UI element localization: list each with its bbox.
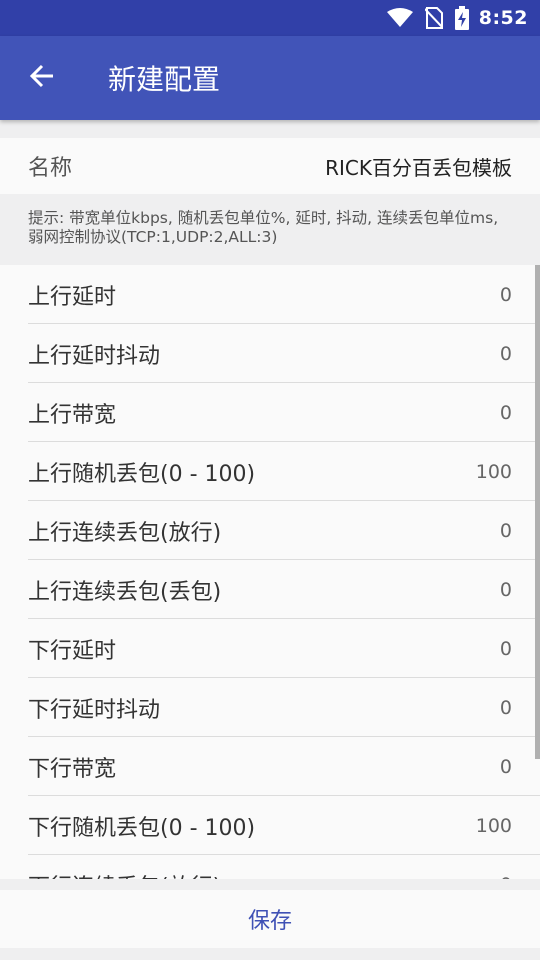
name-label: 名称 <box>28 156 73 181</box>
status-time: 8:52 <box>478 7 528 29</box>
wifi-icon <box>386 8 413 28</box>
row-label: 上行连续丢包(放行) <box>28 520 222 546</box>
save-button[interactable]: 保存 <box>242 902 298 936</box>
back-button[interactable] <box>0 36 84 120</box>
row-label: 上行延时 <box>28 284 117 310</box>
list-item[interactable]: 上行连续丢包(丢包) 0 <box>0 560 540 619</box>
row-value-input[interactable]: 100 <box>476 461 512 483</box>
row-label: 下行带宽 <box>28 756 117 782</box>
row-label: 下行延时 <box>28 638 117 664</box>
bottom-bar: 保存 <box>0 890 540 948</box>
hint-text: 提示: 带宽单位kbps, 随机丢包单位%, 延时, 抖动, 连续丢包单位ms,… <box>28 209 499 246</box>
arrow-back-icon <box>29 63 55 93</box>
list-item[interactable]: 下行带宽 0 <box>0 737 540 796</box>
list-item[interactable]: 下行连续丢包(放行) 0 <box>0 855 540 880</box>
scrollbar[interactable] <box>535 265 540 759</box>
row-value-input[interactable]: 0 <box>500 579 512 601</box>
row-label: 上行随机丢包(0 - 100) <box>28 461 256 487</box>
status-bar: 8:52 <box>0 0 540 36</box>
row-value-input[interactable]: 0 <box>500 284 512 306</box>
row-label: 下行随机丢包(0 - 100) <box>28 815 256 841</box>
row-label: 下行连续丢包(放行) <box>28 869 221 880</box>
name-input[interactable]: RICK百分百丢包模板 <box>325 152 512 181</box>
list-item[interactable]: 下行随机丢包(0 - 100) 100 <box>0 796 540 855</box>
no-sim-icon <box>424 7 443 29</box>
list-item[interactable]: 上行连续丢包(放行) 0 <box>0 501 540 560</box>
row-value-input[interactable]: 0 <box>500 343 512 365</box>
list-item[interactable]: 上行随机丢包(0 - 100) 100 <box>0 442 540 501</box>
row-value-input[interactable]: 100 <box>476 815 512 837</box>
row-label: 上行带宽 <box>28 402 117 428</box>
name-field-row[interactable]: 名称 RICK百分百丢包模板 <box>0 138 540 194</box>
battery-charging-icon <box>454 6 469 30</box>
row-value-input[interactable]: 0 <box>500 520 512 542</box>
list-item[interactable]: 上行延时抖动 0 <box>0 324 540 383</box>
row-value-input[interactable]: 0 <box>500 402 512 424</box>
row-label: 上行连续丢包(丢包) <box>28 579 222 605</box>
page-title: 新建配置 <box>108 63 221 96</box>
list-item[interactable]: 下行延时抖动 0 <box>0 678 540 737</box>
list-item[interactable]: 上行延时 0 <box>0 265 540 324</box>
row-label: 下行延时抖动 <box>28 697 161 723</box>
list-item[interactable]: 上行带宽 0 <box>0 383 540 442</box>
settings-list[interactable]: 上行延时 0 上行延时抖动 0 上行带宽 0 上行随机丢包(0 - 100) 100 上… <box>0 265 540 879</box>
row-value-input[interactable]: 0 <box>500 756 512 778</box>
row-value-input[interactable]: 0 <box>500 638 512 660</box>
row-label: 上行延时抖动 <box>28 343 161 369</box>
app-bar: 新建配置 <box>0 36 540 120</box>
list-item[interactable]: 下行延时 0 <box>0 619 540 678</box>
row-value-input[interactable]: 0 <box>500 697 512 719</box>
row-value-input[interactable]: 0 <box>500 874 512 880</box>
